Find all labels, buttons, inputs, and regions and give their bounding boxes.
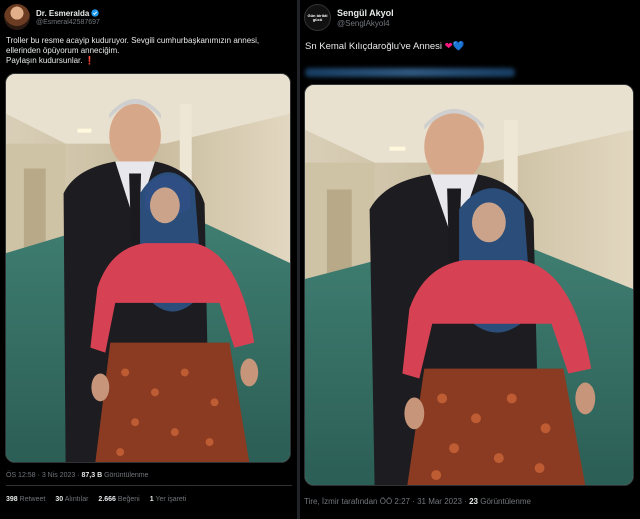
verified-badge-icon	[91, 9, 100, 17]
stat-retweets-label: Retweet	[19, 496, 46, 503]
left-date[interactable]: 3 Nis 2023	[42, 472, 75, 479]
stat-retweets-count: 398	[6, 496, 18, 503]
left-views-label: Görüntülenme	[104, 472, 149, 479]
right-tweet-meta: Tire, İzmir tarafından ÖÖ 2:27 · 31 Mar …	[304, 497, 531, 506]
stat-bookmarks[interactable]: 1 Yer işareti	[150, 496, 187, 503]
left-divider-bottom	[6, 485, 292, 486]
right-tweet: Gün birikti gücü Sengül Akyol @SenglAkyo…	[300, 0, 640, 519]
left-tweet-header: Dr. Esmeralda @Esmeral42587697	[4, 4, 100, 30]
stat-quotes-label: Alıntılar	[64, 496, 89, 503]
left-time[interactable]: ÖS 12:58	[6, 472, 36, 479]
left-tweet-meta: ÖS 12:58 · 3 Nis 2023 · 87,3 B Görüntüle…	[6, 472, 149, 479]
stat-retweets[interactable]: 398 Retweet	[6, 496, 45, 503]
left-text-line-3-text: Paylaşın kudursunlar.	[6, 56, 85, 66]
right-tweet-photo[interactable]	[304, 84, 634, 486]
stat-quotes-count: 30	[55, 496, 64, 503]
blue-heart-icon: 💙	[452, 41, 465, 52]
right-text-body: Sn Kemal Kılıçdaroğlu've Annesi	[305, 41, 445, 52]
left-tweet-text: Troller bu resme acayip kuduruyor. Sevgi…	[6, 36, 291, 67]
right-tweet-header: Gün birikti gücü Sengül Akyol @SenglAkyo…	[304, 4, 394, 31]
stat-quotes[interactable]: 30 Alıntılar	[55, 496, 88, 503]
right-views-label: Görüntülenme	[480, 497, 531, 506]
right-location-time[interactable]: Tire, İzmir tarafından ÖÖ 2:27 · 31 Mar …	[304, 497, 469, 506]
left-text-line-1: Troller bu resme acayip kuduruyor. Sevgi…	[6, 36, 260, 45]
stat-likes-label: Beğeni	[117, 496, 140, 503]
right-handle[interactable]: @SenglAkyol4	[337, 19, 394, 28]
right-avatar-text: Gün birikti gücü	[307, 12, 328, 22]
left-handle[interactable]: @Esmeral42587697	[36, 19, 100, 26]
left-tweet: Dr. Esmeralda @Esmeral42587697 Troller b…	[0, 0, 297, 519]
right-views-count: 23	[469, 497, 479, 506]
left-tweet-stats: 398 Retweet 30 Alıntılar 2.666 Beğeni 1 …	[6, 496, 186, 503]
left-tweet-photo[interactable]	[5, 73, 291, 463]
stat-bookmarks-label: Yer işareti	[155, 496, 187, 503]
red-heart-icon: ❤	[444, 41, 453, 52]
stat-bookmarks-count: 1	[149, 496, 154, 503]
right-display-name[interactable]: Sengül Akyol	[337, 8, 394, 18]
left-views-count: 87,3 B	[81, 472, 103, 479]
right-avatar[interactable]: Gün birikti gücü	[304, 4, 331, 31]
blurred-translation-link	[305, 68, 515, 77]
stat-likes-count: 2.666	[98, 496, 116, 503]
stat-likes[interactable]: 2.666 Beğeni	[98, 496, 139, 503]
exclamation-icon: ❗	[84, 56, 95, 66]
left-text-line-3: Paylaşın kudursunlar. ❗	[6, 56, 291, 66]
left-display-name[interactable]: Dr. Esmeralda	[36, 9, 89, 18]
right-tweet-text: Sn Kemal Kılıçdaroğlu've Annesi ❤💙	[305, 41, 635, 53]
left-avatar[interactable]	[4, 4, 30, 30]
left-text-line-2: ellerinden öpüyorum anneciğim.	[6, 46, 120, 56]
